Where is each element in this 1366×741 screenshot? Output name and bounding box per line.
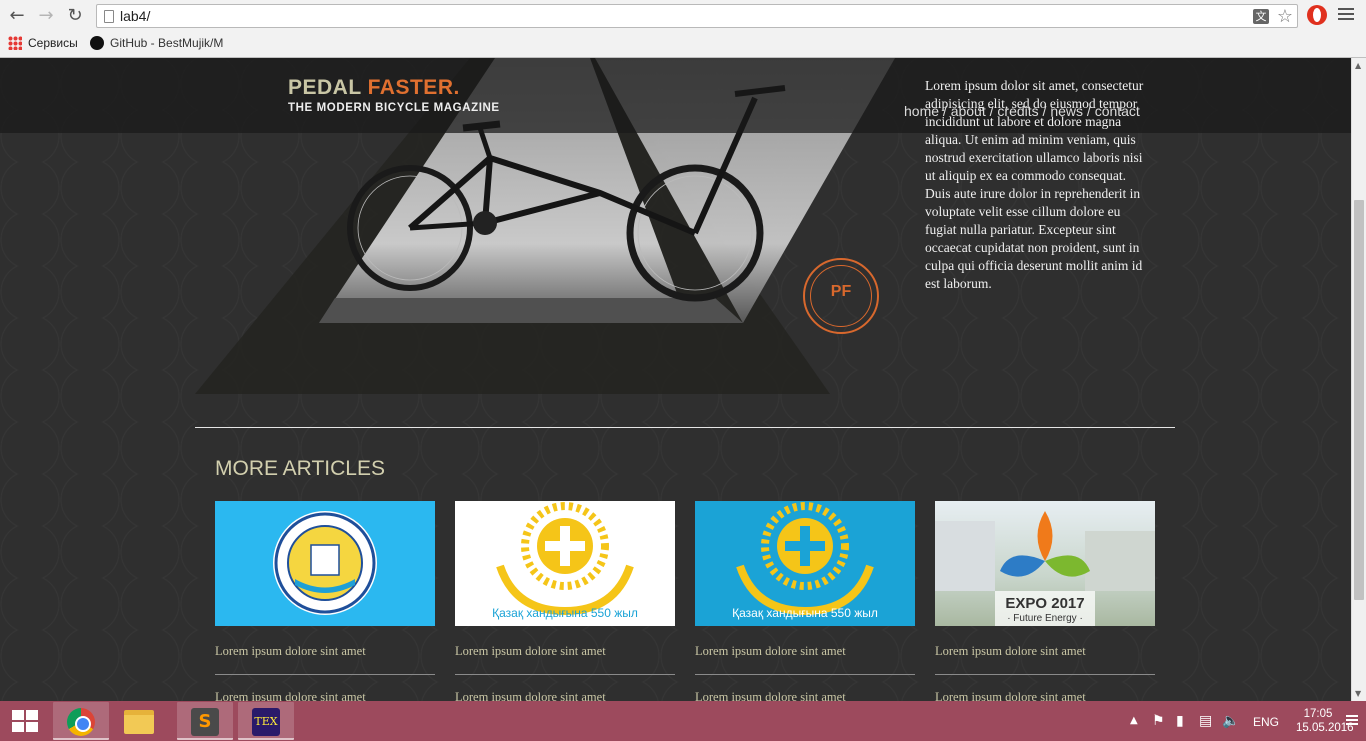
taskbar-explorer[interactable] bbox=[111, 702, 167, 740]
nav-separator: / bbox=[1038, 103, 1051, 119]
clock-time: 17:05 bbox=[1303, 708, 1333, 720]
texmaker-icon: TEX bbox=[252, 708, 280, 736]
nav-separator: / bbox=[985, 103, 998, 119]
kazakh-khanate-emblem-image[interactable]: Қазақ хандығына 550 жыл bbox=[695, 501, 915, 626]
menu-icon[interactable] bbox=[1338, 8, 1354, 22]
site-header bbox=[0, 58, 1351, 133]
nav-home[interactable]: home bbox=[904, 103, 939, 119]
article-caption[interactable]: Lorem ipsum dolore sint amet bbox=[935, 644, 1155, 659]
scroll-down-icon[interactable]: ▼ bbox=[1355, 689, 1361, 698]
section-divider bbox=[195, 427, 1175, 428]
bookmarks-bar: Сервисы GitHub - BestMujik/M bbox=[0, 32, 1366, 54]
taskbar-texmaker[interactable]: TEX bbox=[238, 702, 294, 740]
expo-subtitle: · Future Energy · bbox=[1007, 613, 1083, 624]
election-commission-seal-image[interactable] bbox=[215, 501, 435, 626]
reload-icon[interactable]: ↻ bbox=[64, 5, 86, 27]
expo-title: EXPO 2017 bbox=[1005, 595, 1084, 612]
nav-about[interactable]: about bbox=[951, 103, 986, 119]
article-caption[interactable]: Lorem ipsum dolore sint amet bbox=[215, 690, 435, 701]
article-caption[interactable]: Lorem ipsum dolore sint amet bbox=[455, 644, 675, 659]
card-separator bbox=[215, 674, 435, 675]
taskbar-chrome[interactable] bbox=[53, 702, 109, 740]
sublime-text-icon: S bbox=[191, 708, 219, 736]
logo-main: PEDAL bbox=[288, 76, 368, 99]
article-caption[interactable]: Lorem ipsum dolore sint amet bbox=[935, 690, 1155, 701]
site-tagline: THE MODERN BICYCLE MAGAZINE bbox=[288, 102, 500, 114]
article-card[interactable]: Қазақ хандығына 550 жыл Lorem ipsum dolo… bbox=[695, 501, 915, 701]
bookmark-github[interactable]: GitHub - BestMujik/M bbox=[110, 35, 223, 51]
main-nav: home / about / credits / news / contact bbox=[904, 103, 1140, 119]
page-icon bbox=[104, 10, 114, 23]
notifications-icon[interactable] bbox=[1346, 715, 1358, 726]
back-icon[interactable]: ← bbox=[6, 5, 28, 27]
article-card[interactable]: Lorem ipsum dolore sint amet Lorem ipsum… bbox=[215, 501, 435, 701]
web-page: PF PEDAL FASTER. THE MODERN BICYCLE MAGA… bbox=[0, 58, 1351, 701]
chrome-icon bbox=[67, 708, 95, 736]
show-hidden-icons-icon[interactable]: ▲ bbox=[1130, 715, 1138, 726]
logo-accent: FASTER. bbox=[367, 76, 460, 99]
page-scrollbar[interactable]: ▲ ▼ bbox=[1351, 58, 1366, 701]
file-explorer-icon bbox=[124, 710, 154, 734]
nav-contact[interactable]: contact bbox=[1095, 103, 1140, 119]
battery-icon[interactable]: ▮ bbox=[1176, 713, 1184, 729]
address-url[interactable]: lab4/ bbox=[120, 8, 150, 24]
emblem-text: Қазақ хандығына 550 жыл bbox=[732, 606, 878, 620]
nav-separator: / bbox=[1083, 103, 1095, 119]
network-icon[interactable]: ▤ bbox=[1199, 713, 1212, 729]
card-separator bbox=[695, 674, 915, 675]
taskbar-clock[interactable]: 17:05 15.05.2016 bbox=[1296, 707, 1354, 735]
nav-separator: / bbox=[939, 103, 951, 119]
kazakh-khanate-emblem-image[interactable]: Қазақ хандығына 550 жыл bbox=[455, 501, 675, 626]
scrollbar-thumb[interactable] bbox=[1354, 200, 1364, 600]
nav-news[interactable]: news bbox=[1050, 103, 1083, 119]
browser-toolbar: ← → ↻ lab4/ 文 ☆ bbox=[0, 0, 1366, 32]
badge-text: PF bbox=[830, 283, 852, 300]
expo-2017-image[interactable]: EXPO 2017 · Future Energy · bbox=[935, 501, 1155, 626]
windows-start-icon[interactable] bbox=[12, 710, 38, 732]
bookmark-services[interactable]: Сервисы bbox=[28, 35, 78, 51]
article-caption[interactable]: Lorem ipsum dolore sint amet bbox=[695, 690, 915, 701]
article-caption[interactable]: Lorem ipsum dolore sint amet bbox=[695, 644, 915, 659]
github-icon bbox=[90, 36, 104, 50]
opera-icon[interactable] bbox=[1307, 5, 1327, 25]
clock-date: 15.05.2016 bbox=[1296, 722, 1354, 734]
scroll-up-icon[interactable]: ▲ bbox=[1355, 61, 1361, 70]
card-separator bbox=[935, 674, 1155, 675]
windows-taskbar: S TEX ▲ ⚑ ▮ ▤ 🔈 ENG 17:05 15.05.2016 bbox=[0, 701, 1366, 741]
apps-icon[interactable] bbox=[8, 36, 22, 50]
pf-badge: PF bbox=[803, 258, 879, 334]
article-caption[interactable]: Lorem ipsum dolore sint amet bbox=[455, 690, 675, 701]
star-icon[interactable]: ☆ bbox=[1277, 6, 1293, 27]
card-separator bbox=[455, 674, 675, 675]
article-caption[interactable]: Lorem ipsum dolore sint amet bbox=[215, 644, 435, 659]
site-logo[interactable]: PEDAL FASTER. bbox=[288, 76, 460, 100]
browser-chrome: ← → ↻ lab4/ 文 ☆ Сервисы GitHub - BestMuj… bbox=[0, 0, 1366, 58]
article-card[interactable]: EXPO 2017 · Future Energy · Lorem ipsum … bbox=[935, 501, 1155, 701]
flag-icon[interactable]: ⚑ bbox=[1152, 713, 1165, 729]
taskbar-sublime[interactable]: S bbox=[177, 702, 233, 740]
article-card[interactable]: Қазақ хандығына 550 жыл Lorem ipsum dolo… bbox=[455, 501, 675, 701]
volume-icon[interactable]: 🔈 bbox=[1222, 713, 1239, 729]
emblem-text: Қазақ хандығына 550 жыл bbox=[492, 606, 638, 620]
language-indicator[interactable]: ENG bbox=[1253, 715, 1279, 729]
address-bar[interactable]: lab4/ 文 ☆ bbox=[96, 4, 1298, 28]
translate-icon[interactable]: 文 bbox=[1253, 9, 1269, 24]
forward-icon[interactable]: → bbox=[35, 5, 57, 27]
nav-credits[interactable]: credits bbox=[997, 103, 1038, 119]
more-articles-heading: MORE ARTICLES bbox=[215, 457, 385, 480]
